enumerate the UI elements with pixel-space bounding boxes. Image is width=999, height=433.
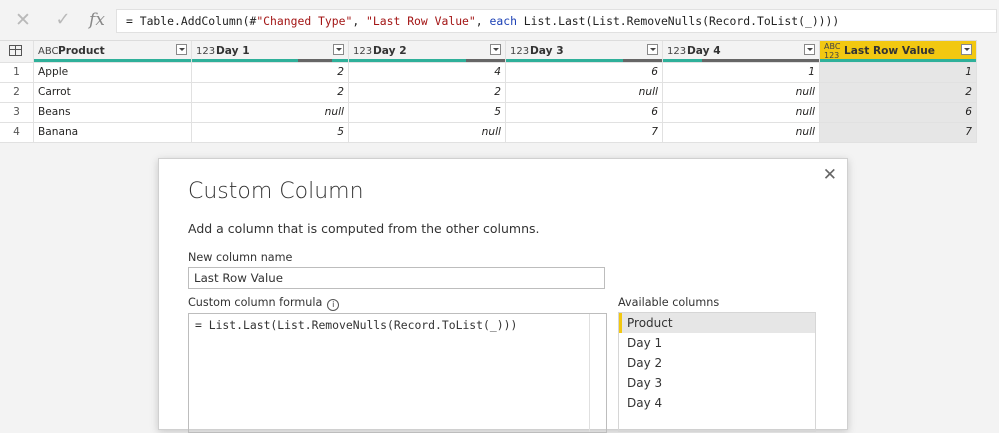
table-cell[interactable]: 4: [349, 63, 506, 83]
custom-formula-text: = List.Last(List.RemoveNulls(Record.ToLi…: [195, 318, 518, 332]
table-cell[interactable]: Beans: [34, 103, 192, 123]
custom-formula-label: Custom column formula: [188, 296, 323, 309]
table-row: 4 Banana 5 null 7 null 7: [0, 123, 977, 143]
table-cell[interactable]: 7: [506, 123, 663, 143]
fx-icon[interactable]: fx: [86, 8, 108, 32]
table-cell[interactable]: 5: [349, 103, 506, 123]
quality-bar: [663, 59, 819, 62]
table-cell[interactable]: 6: [506, 103, 663, 123]
custom-column-dialog: ✕ Custom Column Add a column that is com…: [158, 158, 848, 433]
table-cell[interactable]: 2: [349, 83, 506, 103]
table-row: 3 Beans null 5 6 null 6: [0, 103, 977, 123]
formula-label-wrap: Custom column formula i: [188, 296, 340, 311]
table-cell[interactable]: null: [506, 83, 663, 103]
table-cell[interactable]: 5: [192, 123, 349, 143]
custom-formula-editor[interactable]: = List.Last(List.RemoveNulls(Record.ToLi…: [188, 313, 607, 433]
table-cell[interactable]: null: [663, 83, 820, 103]
available-columns-list: Product Day 1 Day 2 Day 3 Day 4: [618, 312, 816, 432]
table-cell[interactable]: 1: [663, 63, 820, 83]
column-header-label: Product: [58, 45, 105, 57]
table-cell[interactable]: 1: [820, 63, 977, 83]
table-cell[interactable]: null: [192, 103, 349, 123]
data-grid: ABC Product 123 Day 1 123 Day 2 123 Day …: [0, 40, 977, 143]
table-cell[interactable]: 2: [820, 83, 977, 103]
close-icon[interactable]: ✕: [823, 165, 837, 185]
column-header-label: Day 2: [373, 45, 407, 57]
quality-bar: [192, 59, 348, 62]
quality-bar: [820, 59, 976, 62]
table-menu-button[interactable]: [0, 41, 34, 63]
table-cell[interactable]: 2: [192, 83, 349, 103]
table-cell[interactable]: 6: [506, 63, 663, 83]
column-header-label: Day 3: [530, 45, 564, 57]
column-header-day4[interactable]: 123 Day 4: [663, 41, 820, 63]
available-column-item[interactable]: Day 2: [619, 353, 815, 373]
column-header-day2[interactable]: 123 Day 2: [349, 41, 506, 63]
new-column-name-input[interactable]: Last Row Value: [188, 267, 605, 289]
table-cell[interactable]: null: [349, 123, 506, 143]
table-cell[interactable]: Banana: [34, 123, 192, 143]
commit-icon[interactable]: ✓: [52, 8, 74, 32]
row-number[interactable]: 3: [0, 103, 34, 123]
row-number[interactable]: 2: [0, 83, 34, 103]
filter-dropdown-icon[interactable]: [490, 44, 501, 55]
table-row: 2 Carrot 2 2 null null 2: [0, 83, 977, 103]
filter-dropdown-icon[interactable]: [176, 44, 187, 55]
table-cell[interactable]: null: [663, 103, 820, 123]
table-icon: [9, 45, 22, 56]
row-number[interactable]: 1: [0, 63, 34, 83]
table-cell[interactable]: null: [663, 123, 820, 143]
row-number[interactable]: 4: [0, 123, 34, 143]
column-header-day3[interactable]: 123 Day 3: [506, 41, 663, 63]
table-cell[interactable]: 6: [820, 103, 977, 123]
table-cell[interactable]: Apple: [34, 63, 192, 83]
filter-dropdown-icon[interactable]: [647, 44, 658, 55]
filter-dropdown-icon[interactable]: [804, 44, 815, 55]
formula-scrollbar[interactable]: [589, 314, 606, 432]
table-cell[interactable]: Carrot: [34, 83, 192, 103]
quality-bar: [506, 59, 662, 62]
table-row: 1 Apple 2 4 6 1 1: [0, 63, 977, 83]
available-column-item[interactable]: Day 1: [619, 333, 815, 353]
available-column-item[interactable]: Product: [619, 313, 815, 333]
info-icon[interactable]: i: [327, 299, 340, 311]
quality-bar: [34, 59, 191, 62]
formula-input[interactable]: = Table.AddColumn(#"Changed Type", "Last…: [116, 9, 997, 33]
column-header-product[interactable]: ABC Product: [34, 41, 192, 63]
column-header-label: Day 1: [216, 45, 250, 57]
new-column-name-label: New column name: [188, 251, 293, 264]
dialog-title: Custom Column: [188, 179, 364, 204]
filter-dropdown-icon[interactable]: [333, 44, 344, 55]
dialog-description: Add a column that is computed from the o…: [188, 221, 540, 236]
column-header-last-row-value[interactable]: ABC 123 Last Row Value: [820, 41, 977, 63]
available-columns-label: Available columns: [618, 296, 720, 309]
column-header-label: Last Row Value: [844, 45, 935, 57]
filter-dropdown-icon[interactable]: [961, 44, 972, 55]
column-header-label: Day 4: [687, 45, 721, 57]
column-header-day1[interactable]: 123 Day 1: [192, 41, 349, 63]
available-column-item[interactable]: Day 4: [619, 393, 815, 413]
cancel-icon[interactable]: ✕: [12, 8, 34, 32]
formula-bar: ✕ ✓ fx = Table.AddColumn(#"Changed Type"…: [0, 0, 999, 40]
quality-bar: [349, 59, 505, 62]
header-row: ABC Product 123 Day 1 123 Day 2 123 Day …: [0, 40, 977, 63]
table-cell[interactable]: 2: [192, 63, 349, 83]
any-type-icon[interactable]: ABC 123: [824, 42, 842, 60]
available-column-item[interactable]: Day 3: [619, 373, 815, 393]
table-cell[interactable]: 7: [820, 123, 977, 143]
